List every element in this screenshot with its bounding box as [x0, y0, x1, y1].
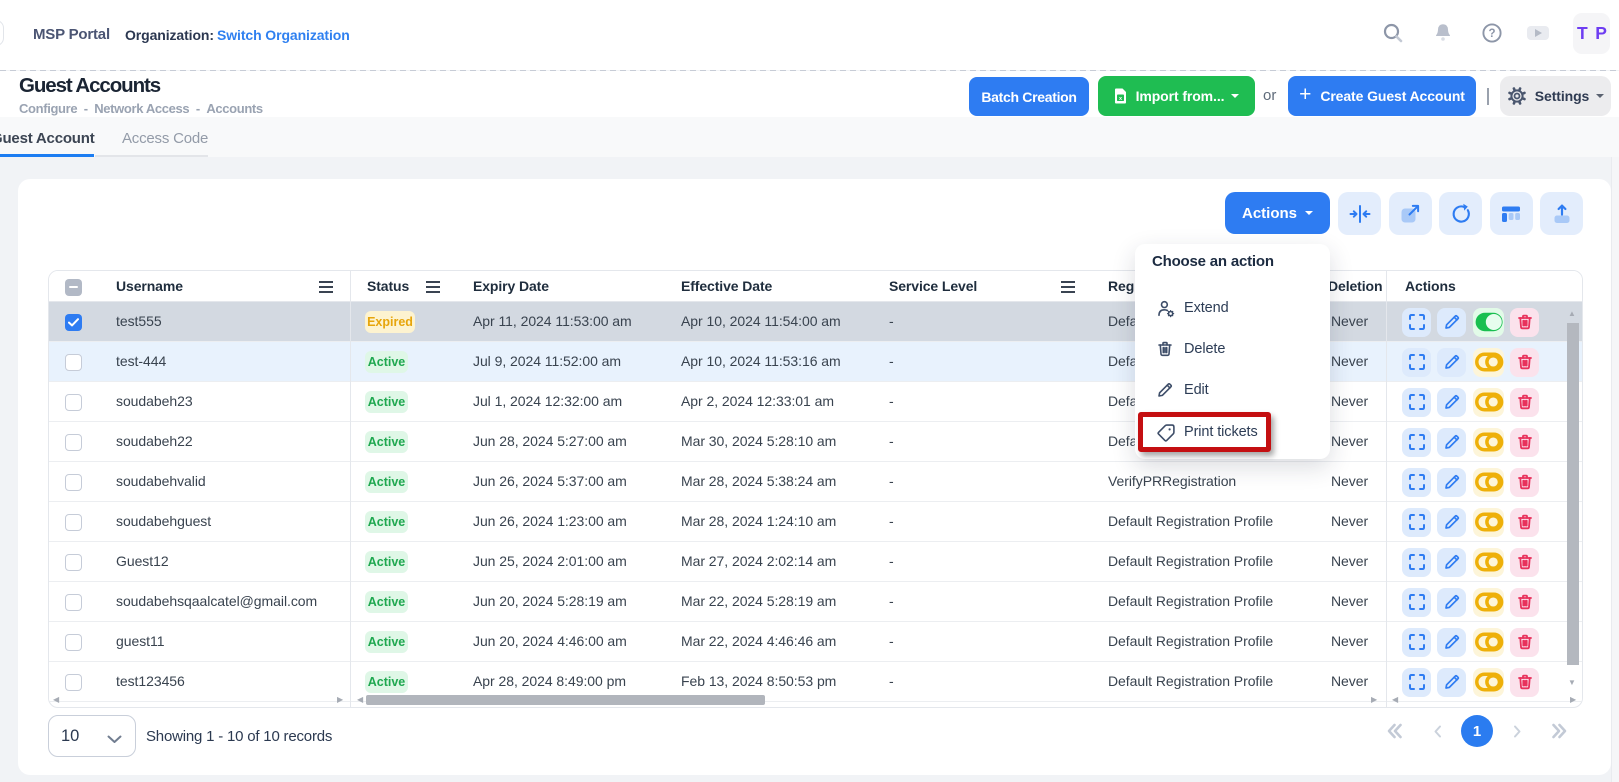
svg-text:?: ? — [1488, 28, 1495, 40]
